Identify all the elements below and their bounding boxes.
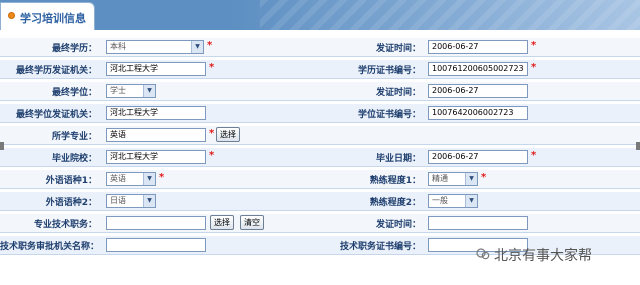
field-label: 学位证书编号： [357,110,421,120]
form-row: 最终学历： 本科 ▼ * 发证时间： 2006-06-27 * [0,38,640,57]
degree-issue-date-input[interactable]: 2006-06-27 [428,84,528,98]
right-resize-handle[interactable] [636,142,640,150]
chevron-down-icon: ▼ [143,195,155,207]
field-label: 专业技术职务： [33,220,97,230]
chevron-down-icon: ▼ [191,41,203,53]
training-info-form: 最终学历： 本科 ▼ * 发证时间： 2006-06-27 * 最终学历发证机关… [0,38,640,260]
language1-select[interactable]: 英语 ▼ [106,172,156,186]
field-label: 最终学位发证机关： [15,110,97,120]
header-pattern [260,0,640,30]
required-asterisk: * [209,128,215,139]
tab-title: 学习培训信息 [20,12,86,25]
header-bar [0,0,640,30]
required-asterisk: * [207,40,213,51]
degree-issuer-input[interactable]: 河北工程大学 [106,106,206,120]
issue-date-input[interactable]: 2006-06-27 [428,40,528,54]
title-approver-input[interactable] [106,238,206,252]
bullet-icon [8,12,15,19]
required-asterisk: * [531,40,537,51]
tab-study-training[interactable]: 学习培训信息 [0,2,95,30]
field-label: 最终学历发证机关： [15,66,97,76]
chevron-down-icon: ▼ [465,173,477,185]
wechat-icon [476,248,490,260]
form-row: 所学专业： 英语 * 选择 [0,126,640,145]
form-row: 最终学位： 学士 ▼ 发证时间： 2006-06-27 [0,82,640,101]
form-row: 毕业院校： 河北工程大学 * 毕业日期： 2006-06-27 * [0,148,640,167]
required-asterisk: * [209,150,215,161]
required-asterisk: * [531,62,537,73]
language2-select[interactable]: 日语 ▼ [106,194,156,208]
education-select[interactable]: 本科 ▼ [106,40,204,54]
form-row: 专业技术职务： 选择 清空 发证时间： [0,214,640,233]
clear-title-button[interactable]: 清空 [240,215,264,230]
form-row: 最终学历发证机关： 河北工程大学 * 学历证书编号： 1007612006050… [0,60,640,79]
school-input[interactable]: 河北工程大学 [106,150,206,164]
required-asterisk: * [531,150,537,161]
field-label: 学历证书编号： [357,66,421,76]
title-issue-date-input[interactable] [428,216,528,230]
form-row: 外语语种2： 日语 ▼ 熟练程度2： 一般 ▼ [0,192,640,211]
select-major-button[interactable]: 选择 [216,127,240,142]
field-label: 熟练程度2： [369,198,421,208]
required-asterisk: * [481,172,487,183]
tech-title-input[interactable] [106,216,206,230]
required-asterisk: * [159,172,165,183]
form-row: 最终学位发证机关： 河北工程大学 学位证书编号： 100764200600272… [0,104,640,123]
field-label: 熟练程度1： [369,176,421,186]
field-label: 技术职务证书编号： [339,242,421,252]
watermark: 北京有事大家帮 [472,244,638,268]
field-label: 发证时间： [375,88,421,98]
field-label: 发证时间： [375,220,421,230]
diploma-number-input[interactable]: 100761200605002723 [428,62,528,76]
proficiency1-select[interactable]: 精通 ▼ [428,172,478,186]
field-label: 外语语种2： [45,198,97,208]
chevron-down-icon: ▼ [143,173,155,185]
major-input[interactable]: 英语 [106,128,206,142]
graduation-date-input[interactable]: 2006-06-27 [428,150,528,164]
watermark-text: 北京有事大家帮 [494,248,592,264]
field-label: 毕业日期： [375,154,421,164]
proficiency2-select[interactable]: 一般 ▼ [428,194,478,208]
left-resize-handle[interactable] [0,142,4,150]
education-issuer-input[interactable]: 河北工程大学 [106,62,206,76]
required-asterisk: * [209,62,215,73]
form-row: 外语语种1： 英语 ▼ * 熟练程度1： 精通 ▼ * [0,170,640,189]
field-label: 最终学历： [51,44,97,54]
chevron-down-icon: ▼ [465,195,477,207]
degree-select[interactable]: 学士 ▼ [106,84,156,98]
field-label: 技术职务审批机关名称： [0,242,100,252]
field-label: 最终学位： [51,88,97,98]
degree-number-input[interactable]: 1007642006002723 [428,106,528,120]
field-label: 所学专业： [51,132,97,142]
field-label: 发证时间： [375,44,421,54]
chevron-down-icon: ▼ [143,85,155,97]
field-label: 毕业院校： [51,154,97,164]
field-label: 外语语种1： [45,176,97,186]
select-title-button[interactable]: 选择 [210,215,234,230]
